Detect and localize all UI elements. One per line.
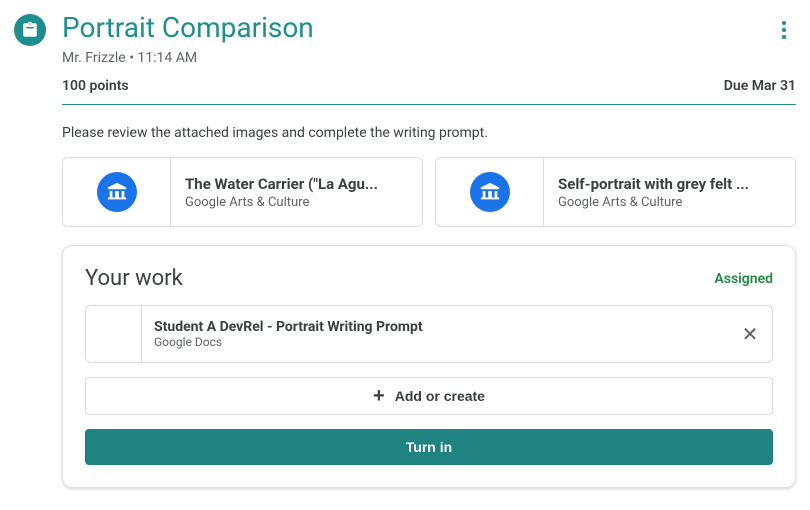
arts-culture-icon: [97, 172, 137, 212]
attachment-title: Self-portrait with grey felt ...: [558, 175, 749, 193]
add-or-create-button[interactable]: + Add or create: [85, 377, 773, 415]
points-label: 100 points: [62, 78, 129, 94]
attachment-card[interactable]: Self-portrait with grey felt ... Google …: [435, 157, 796, 227]
attachment-title: The Water Carrier ("La Agu...: [185, 175, 378, 193]
post-time: 11:14 AM: [137, 50, 197, 66]
assignment-meta: 100 points Due Mar 31: [0, 66, 810, 104]
attachments-row: The Water Carrier ("La Agu... Google Art…: [0, 157, 810, 227]
attachment-source: Google Arts & Culture: [558, 195, 749, 210]
your-work-panel: Your work Assigned Student A DevRel - Po…: [62, 245, 796, 488]
assignment-description: Please review the attached images and co…: [0, 105, 810, 157]
file-source: Google Docs: [154, 335, 716, 349]
turn-in-label: Turn in: [406, 439, 452, 455]
attachment-source: Google Arts & Culture: [185, 195, 378, 210]
kebab-icon: [782, 21, 786, 39]
assignment-title: Portrait Comparison: [62, 10, 796, 46]
assignment-icon: [14, 14, 46, 46]
assignment-status: Assigned: [714, 271, 773, 287]
more-options-button[interactable]: [772, 18, 796, 42]
due-date-label: Due Mar 31: [724, 78, 796, 94]
turn-in-button[interactable]: Turn in: [85, 429, 773, 465]
file-title: Student A DevRel - Portrait Writing Prom…: [154, 319, 716, 335]
assignment-subtitle: Mr. Frizzle • 11:14 AM: [62, 50, 796, 66]
attachment-thumb: [436, 158, 544, 226]
your-work-file[interactable]: Student A DevRel - Portrait Writing Prom…: [85, 305, 773, 363]
attachment-card[interactable]: The Water Carrier ("La Agu... Google Art…: [62, 157, 423, 227]
attachment-thumb: [63, 158, 171, 226]
teacher-name: Mr. Frizzle: [62, 50, 126, 66]
file-thumb: [86, 306, 142, 362]
arts-culture-icon: [470, 172, 510, 212]
add-create-label: Add or create: [395, 388, 485, 404]
remove-file-button[interactable]: ✕: [728, 306, 772, 362]
assignment-header: Portrait Comparison Mr. Frizzle • 11:14 …: [0, 0, 810, 66]
plus-icon: +: [373, 386, 385, 406]
close-icon: ✕: [742, 324, 759, 344]
your-work-heading: Your work: [85, 266, 183, 291]
